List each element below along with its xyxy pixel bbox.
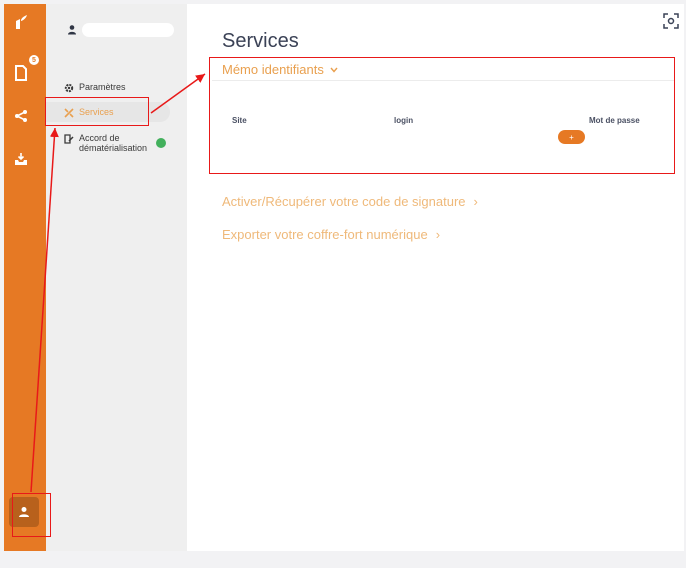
annotation-box-services: [45, 97, 149, 126]
main-sidebar: [4, 4, 46, 551]
sidebar-item-accord[interactable]: Accord de dématérialisation: [64, 133, 147, 153]
annotation-box-user: [12, 493, 51, 537]
edit-document-icon: [64, 134, 74, 144]
status-indicator: [156, 138, 166, 148]
document-icon[interactable]: [12, 64, 30, 82]
notification-badge: 5: [29, 55, 39, 65]
inbox-icon[interactable]: [12, 150, 30, 168]
sidebar-item-label: Accord de: [79, 133, 120, 143]
share-icon[interactable]: [12, 107, 30, 125]
chevron-right-icon: ›: [435, 227, 441, 242]
link-label: Exporter votre coffre-fort numérique: [222, 227, 428, 242]
signature-code-link[interactable]: Activer/Récupérer votre code de signatur…: [222, 194, 478, 209]
sidebar-item-label: dématérialisation: [79, 143, 148, 153]
sidebar-item-label: Paramètres: [79, 82, 126, 92]
link-label: Activer/Récupérer votre code de signatur…: [222, 194, 466, 209]
brand-logo-icon[interactable]: [12, 13, 30, 31]
screenshot-icon[interactable]: [662, 12, 680, 30]
annotation-box-memo: [209, 57, 675, 174]
user-icon: [68, 25, 76, 35]
page-title: Services: [222, 30, 299, 52]
user-name-field: [82, 23, 174, 37]
export-vault-link[interactable]: Exporter votre coffre-fort numérique ›: [222, 227, 440, 242]
gear-icon: [64, 83, 74, 93]
sidebar-item-parametres[interactable]: Paramètres: [64, 82, 126, 93]
chevron-right-icon: ›: [473, 194, 478, 209]
